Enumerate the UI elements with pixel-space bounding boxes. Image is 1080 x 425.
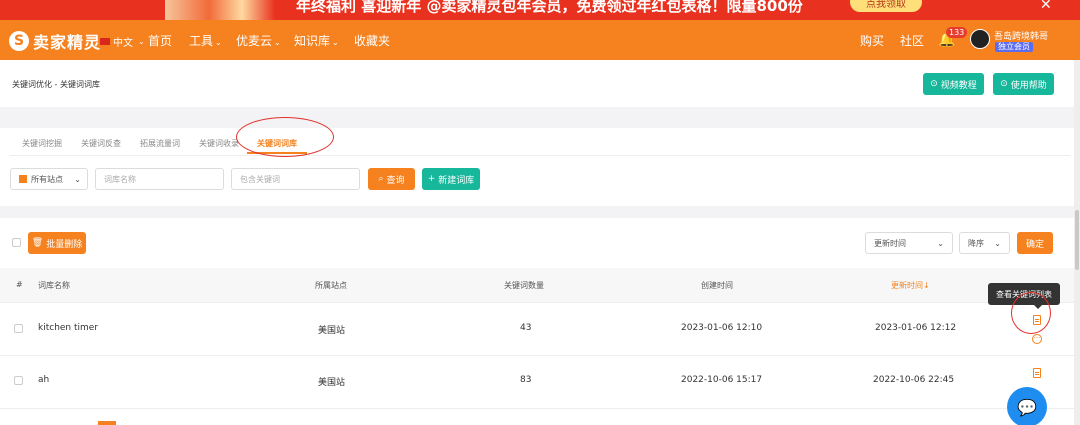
library-name-input[interactable]: 词库名称 (95, 168, 224, 190)
logo-text: 卖家精灵 (33, 33, 102, 52)
row-keyword-count: 83 (520, 375, 532, 385)
breadcrumb: 关键词优化 - 关键词词库 (12, 80, 100, 89)
col-keyword-count: 关键词数量 (504, 281, 544, 290)
col-library-name: 词库名称 (38, 281, 70, 290)
promo-text: 年终福利 喜迎新年 @卖家精灵包年会员，免费领过年红包表格！限量800份 (296, 0, 803, 15)
library-table-panel: 🗑 批量删除 更新时间 ⌄ 降序 ⌄ 确定 # 词库名称 所属站点 关键词数量 创建时… (0, 218, 1080, 425)
nav-item-favorites[interactable]: 收藏夹 (354, 32, 390, 49)
logo[interactable]: S 卖家精灵 (9, 29, 101, 53)
chevron-down-icon: ⌄ (937, 238, 944, 248)
row-created-time: 2023-01-06 12:10 (681, 323, 763, 333)
play-icon: ⊙ (930, 79, 938, 89)
flag-icon (100, 38, 110, 45)
user-name[interactable]: 吾岛跨境韩哥 (994, 29, 1048, 42)
nav-community-link[interactable]: 社区 (900, 32, 924, 49)
help-icon: ⊙ (1000, 79, 1008, 89)
help-button[interactable]: ⊙ 使用帮助 (993, 73, 1054, 95)
video-tutorial-button[interactable]: ⊙ 视频教程 (923, 73, 984, 95)
keyword-list-icon[interactable] (1033, 368, 1041, 378)
col-index: # (16, 280, 23, 289)
select-all-checkbox[interactable] (12, 238, 21, 247)
logo-icon: S (9, 31, 29, 51)
nav-item-home[interactable]: 首页 (148, 32, 172, 49)
flag-icon (19, 175, 27, 183)
more-options-icon[interactable]: ··· (1032, 334, 1042, 344)
chevron-down-icon: ⌄ (215, 38, 222, 47)
vip-badge: 独立会员 (995, 42, 1033, 52)
row-checkbox[interactable] (14, 376, 23, 385)
close-icon[interactable]: ✕ (1040, 0, 1052, 13)
language-switch[interactable]: 中文 ⌄ (100, 34, 145, 49)
col-updated-time[interactable]: 更新时间↓ (891, 280, 930, 291)
row-keyword-count: 43 (520, 323, 532, 333)
chevron-down-icon: ⌄ (994, 238, 1001, 248)
sort-field-select[interactable]: 更新时间 ⌄ (865, 232, 953, 254)
nav-item-knowledge[interactable]: 知识库 ⌄ (294, 32, 339, 49)
query-button[interactable]: ⌕ 查询 (368, 168, 415, 190)
nav-item-youmaiyun[interactable]: 优麦云 ⌄ (236, 32, 281, 49)
row-checkbox[interactable] (14, 324, 23, 333)
annotation-circle-tab (236, 117, 334, 157)
row-updated-time: 2023-01-06 12:12 (875, 323, 957, 333)
search-icon: ⌕ (378, 174, 384, 184)
tab-keyword-reverse[interactable]: 关键词反查 (81, 138, 121, 149)
annotation-circle-icon (1011, 292, 1051, 334)
trash-icon: 🗑 (31, 238, 44, 248)
row-site: 美国站 (318, 326, 346, 336)
pagination-indicator[interactable] (98, 421, 116, 425)
tab-traffic-expand[interactable]: 拓展流量词 (140, 138, 180, 149)
tabs-divider (10, 155, 1070, 156)
row-updated-time: 2022-10-06 22:45 (873, 375, 955, 385)
top-nav: S 卖家精灵 中文 ⌄ 首页 工具 ⌄ 优麦云 ⌄ 知识库 ⌄ 收藏夹 购买 社区 🔔… (0, 20, 1080, 60)
keyword-contains-input[interactable]: 包含关键词 (231, 168, 360, 190)
row-divider (0, 355, 1080, 356)
nav-buy-link[interactable]: 购买 (860, 32, 884, 49)
language-label: 中文 (113, 38, 133, 49)
row-site: 美国站 (318, 378, 346, 388)
chevron-down-icon: ⌄ (332, 38, 339, 47)
nav-item-tools[interactable]: 工具 ⌄ (189, 32, 222, 49)
tab-keyword-mining[interactable]: 关键词挖掘 (22, 138, 62, 149)
site-select[interactable]: 所有站点 ⌄ (10, 168, 88, 190)
tab-keyword-index[interactable]: 关键词收录 (199, 138, 239, 149)
promo-decoration (165, 0, 275, 20)
avatar[interactable] (970, 29, 990, 49)
promo-banner[interactable]: 年终福利 喜迎新年 @卖家精灵包年会员，免费领过年红包表格！限量800份 点我领… (0, 0, 1080, 20)
row-library-name[interactable]: ah (38, 375, 49, 385)
row-divider (0, 302, 1080, 303)
row-library-name[interactable]: kitchen timer (38, 323, 98, 333)
promo-claim-button[interactable]: 点我领取 (850, 0, 922, 12)
row-divider (0, 408, 1080, 409)
chevron-down-icon: ⌄ (274, 38, 281, 47)
plus-icon: + (427, 174, 436, 184)
sort-order-select[interactable]: 降序 ⌄ (959, 232, 1010, 254)
tabs-filter-panel: 关键词挖掘 关键词反查 拓展流量词 关键词收录 关键词词库 所有站点 ⌄ 词库名… (0, 128, 1080, 206)
notification-badge: 133 (946, 27, 968, 38)
col-site: 所属站点 (315, 281, 347, 290)
col-created-time: 创建时间 (701, 281, 733, 290)
confirm-button[interactable]: 确定 (1017, 232, 1053, 254)
chevron-down-icon: ⌄ (138, 37, 145, 46)
scrollbar-thumb[interactable] (1075, 210, 1079, 270)
chevron-down-icon: ⌄ (74, 174, 81, 184)
bulk-delete-button[interactable]: 🗑 批量删除 (28, 232, 86, 254)
page-header: 关键词优化 - 关键词词库 ⊙ 视频教程 ⊙ 使用帮助 (0, 60, 1080, 107)
chat-icon[interactable]: 💬 (1007, 387, 1047, 425)
row-created-time: 2022-10-06 15:17 (681, 375, 763, 385)
new-library-button[interactable]: + 新建词库 (422, 168, 480, 190)
